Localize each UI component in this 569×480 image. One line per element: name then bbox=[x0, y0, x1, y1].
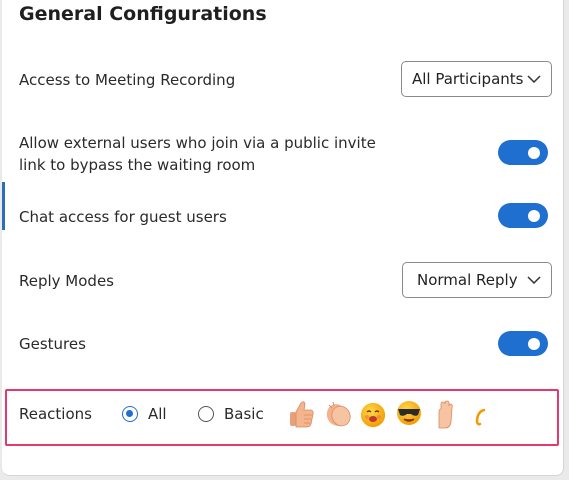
left-accent-bar bbox=[2, 182, 5, 230]
reactions-option-all-label: All bbox=[148, 405, 167, 423]
recording-access-select[interactable]: All Participants bbox=[401, 61, 552, 97]
gestures-label: Gestures bbox=[19, 335, 86, 353]
external-users-toggle[interactable] bbox=[498, 140, 548, 165]
thumbs-up-icon bbox=[290, 401, 314, 428]
guest-chat-label: Chat access for guest users bbox=[19, 208, 227, 226]
sunglasses-face-icon bbox=[397, 401, 421, 425]
reactions-radio-basic[interactable]: Basic bbox=[198, 405, 264, 423]
chevron-down-icon bbox=[523, 276, 545, 284]
toggle-knob bbox=[528, 146, 540, 159]
guest-chat-toggle[interactable] bbox=[498, 203, 548, 228]
reply-modes-value: Normal Reply bbox=[417, 271, 518, 289]
reactions-option-basic-label: Basic bbox=[224, 405, 264, 423]
laughing-face-icon bbox=[361, 403, 385, 427]
recording-access-label: Access to Meeting Recording bbox=[19, 71, 236, 89]
radio-selected-indicator bbox=[122, 406, 138, 422]
toggle-knob bbox=[528, 209, 540, 222]
reactions-label: Reactions bbox=[19, 405, 92, 423]
recording-access-value: All Participants bbox=[412, 70, 523, 88]
radio-unselected-indicator bbox=[198, 406, 214, 422]
raised-hand-icon bbox=[438, 400, 453, 429]
reply-modes-select[interactable]: Normal Reply bbox=[402, 262, 552, 298]
reactions-radio-all[interactable]: All bbox=[122, 405, 167, 423]
gestures-toggle[interactable] bbox=[498, 331, 548, 356]
page-title: General Configurations bbox=[19, 3, 267, 25]
reply-modes-label: Reply Modes bbox=[19, 272, 114, 290]
general-configurations-panel: General Configurations Access to Meeting… bbox=[2, 0, 564, 476]
chevron-down-icon bbox=[523, 75, 545, 83]
external-users-label-line2: link to bypass the waiting room bbox=[19, 156, 256, 174]
external-users-label-line1: Allow external users who join via a publ… bbox=[19, 134, 376, 152]
toggle-knob bbox=[528, 337, 540, 350]
clapping-hands-icon bbox=[326, 401, 351, 427]
partial-emoji-icon bbox=[475, 408, 486, 426]
